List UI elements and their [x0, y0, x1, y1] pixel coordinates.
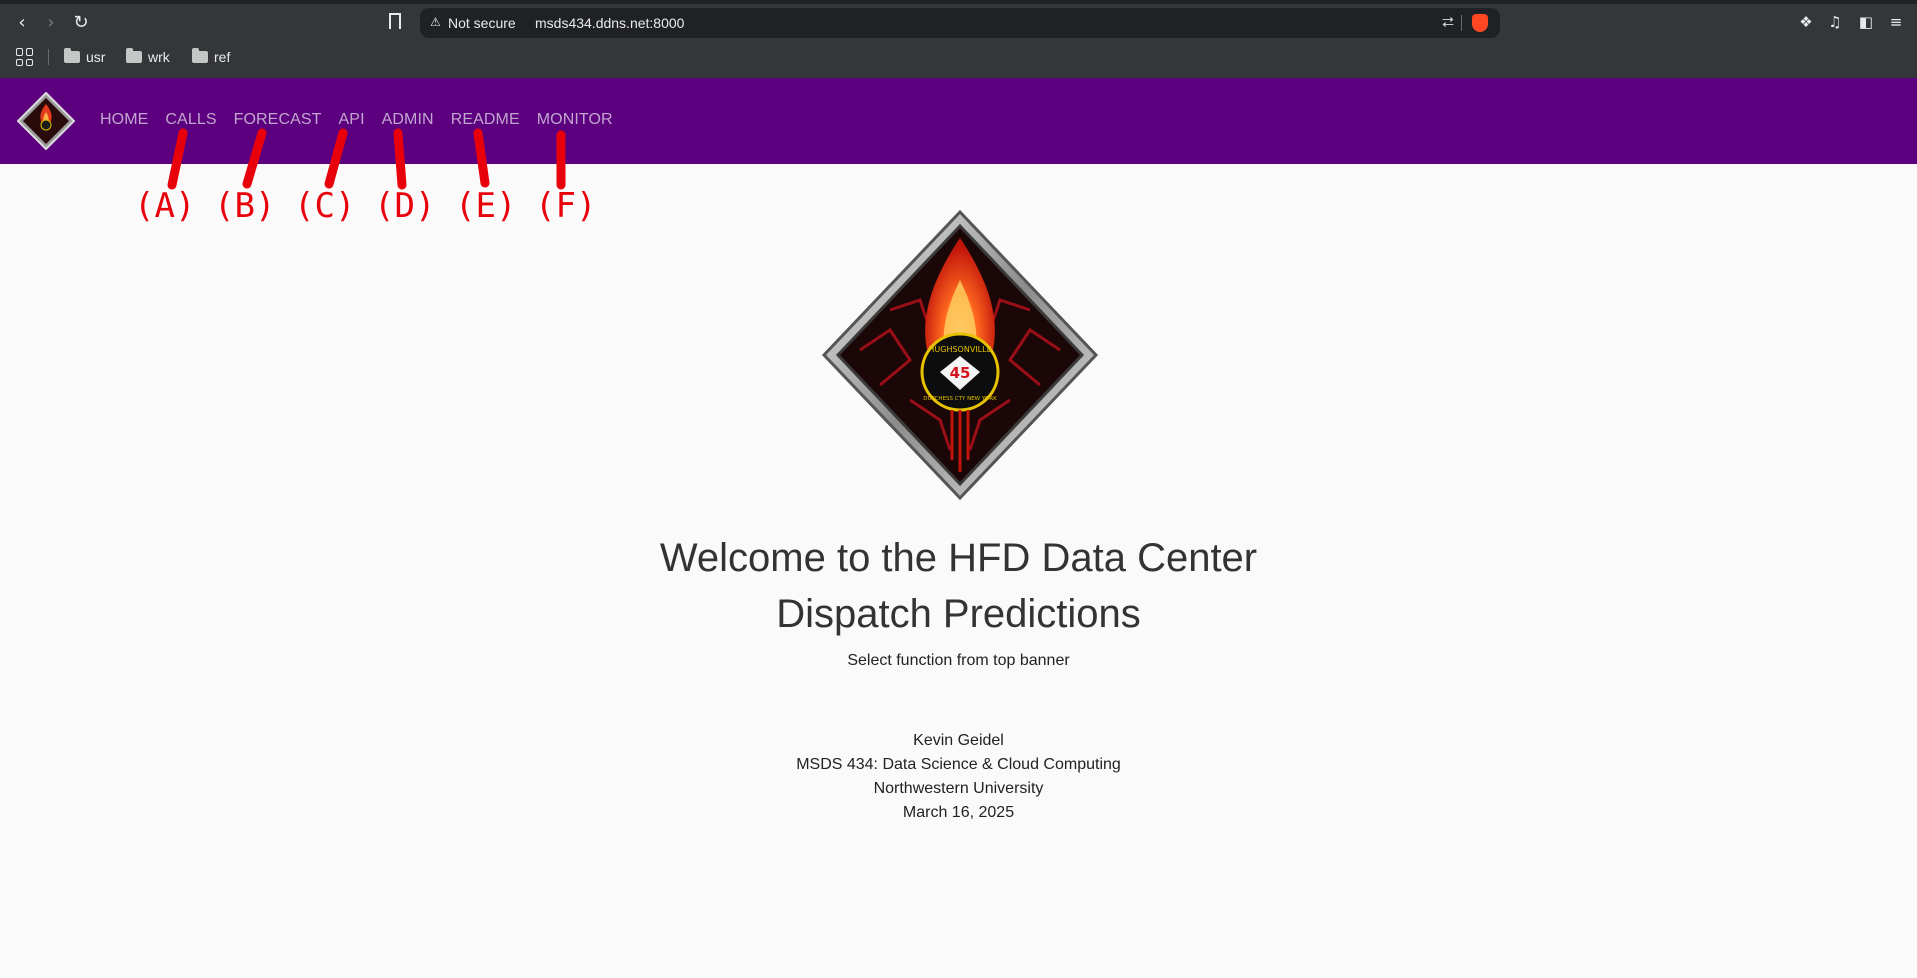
nav-calls[interactable]: CALLS	[165, 111, 216, 129]
forward-icon[interactable]: ›	[40, 12, 62, 34]
sidebar-icon[interactable]: ◧	[1857, 13, 1875, 31]
back-icon[interactable]: ‹	[11, 12, 33, 34]
brave-shields-icon[interactable]	[1472, 14, 1488, 32]
annotation-label-e: (E)	[455, 186, 517, 226]
bookmark-label: usr	[86, 49, 106, 65]
hfd-emblem: HUGHSONVILLE 45 DUTCHESS CTY NEW YORK	[821, 210, 1099, 500]
site-banner: HOME CALLS FORECAST API ADMIN README MON…	[0, 78, 1917, 164]
omnibox-divider	[1461, 15, 1462, 31]
annotation-label-d: (D)	[374, 186, 436, 226]
url-text[interactable]: msds434.ddns.net:8000	[535, 15, 684, 31]
annotation-label-f: (F)	[535, 186, 597, 226]
page-title-line2: Dispatch Predictions	[776, 592, 1141, 636]
author-name: Kevin Geidel	[913, 732, 1004, 749]
security-status[interactable]: Not secure	[448, 15, 516, 31]
bookmark-folder-wrk[interactable]: wrk	[126, 47, 170, 67]
bookmark-folder-ref[interactable]: ref	[192, 47, 230, 67]
bookmarks-divider	[48, 49, 49, 65]
school-name: Northwestern University	[873, 780, 1044, 797]
page-subtitle: Select function from top banner	[847, 652, 1070, 669]
folder-icon	[64, 48, 80, 63]
main-nav: HOME CALLS FORECAST API ADMIN README MON…	[100, 111, 630, 129]
reload-icon[interactable]: ↻	[70, 12, 92, 34]
badge-text-top: HUGHSONVILLE	[928, 345, 991, 354]
nav-readme[interactable]: README	[451, 111, 520, 129]
annotation-label-b: (B)	[214, 186, 276, 226]
browser-chrome: ‹ › ↻ ⚠ Not secure msds434.ddns.net:8000…	[0, 0, 1917, 78]
address-bar[interactable]: ⚠ Not secure msds434.ddns.net:8000 ⮂	[420, 8, 1500, 38]
annotation-label-a: (A)	[134, 186, 196, 226]
nav-forecast[interactable]: FORECAST	[234, 111, 322, 129]
bookmark-label: wrk	[148, 49, 170, 65]
apps-grid-icon[interactable]	[16, 48, 34, 66]
extensions-icon[interactable]: ❖	[1797, 13, 1815, 31]
folder-icon	[192, 48, 208, 63]
date-text: March 16, 2025	[902, 804, 1015, 821]
bookmark-folder-usr[interactable]: usr	[64, 47, 105, 67]
hfd-logo-small[interactable]	[17, 92, 75, 150]
badge-text-bottom: DUTCHESS CTY NEW YORK	[923, 396, 997, 402]
tab-strip-edge	[0, 0, 1917, 4]
course-name: MSDS 434: Data Science & Cloud Computing	[796, 756, 1121, 773]
menu-icon[interactable]: ≡	[1887, 13, 1905, 31]
nav-monitor[interactable]: MONITOR	[537, 111, 613, 129]
media-icon[interactable]: ♫	[1826, 13, 1844, 31]
folder-icon	[126, 48, 142, 63]
nav-api[interactable]: API	[339, 111, 365, 129]
bookmark-label: ref	[214, 49, 231, 65]
warning-icon: ⚠	[430, 15, 441, 29]
nav-admin[interactable]: ADMIN	[382, 111, 434, 129]
annotation-label-c: (C)	[294, 186, 356, 226]
bookmark-page-icon[interactable]	[389, 13, 401, 29]
nav-home[interactable]: HOME	[100, 111, 148, 129]
badge-number: 45	[950, 364, 971, 382]
page-title-line1: Welcome to the HFD Data Center	[659, 536, 1258, 580]
share-icon[interactable]: ⮂	[1442, 13, 1454, 31]
